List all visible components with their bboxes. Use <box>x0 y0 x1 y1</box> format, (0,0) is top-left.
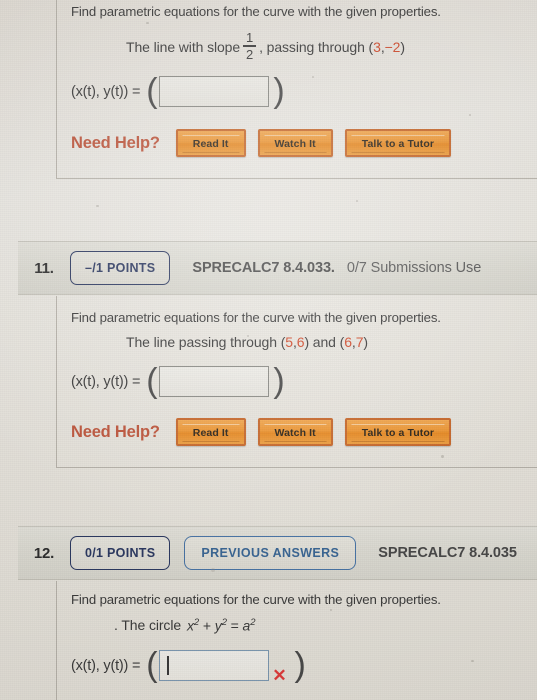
problem-11-submissions: 0/7 Submissions Use <box>346 260 482 276</box>
problem-12-detail-pre: . The circle <box>114 617 182 634</box>
problem-10-answer-row: (x(t), y(t)) = ( ) <box>71 71 285 110</box>
problem-10-detail-mid: , passing through ( <box>259 39 374 56</box>
problem-12-number: 12. <box>33 544 55 562</box>
problem-12-detail: . The circle x2 + y2 = a2 <box>114 617 256 634</box>
watch-it-button[interactable]: Watch It <box>257 418 333 446</box>
equation-y: y <box>214 617 222 634</box>
problem-10-answer-input[interactable] <box>159 76 270 107</box>
previous-answers-button[interactable]: PREVIOUS ANSWERS <box>184 536 357 570</box>
talk-to-a-tutor-button[interactable]: Talk to a Tutor <box>344 129 452 157</box>
slope-fraction: 1 2 <box>243 30 257 62</box>
problem-10-help-row: Need Help? Read It Watch It Talk to a Tu… <box>71 129 463 157</box>
problem-11-detail-post: ) <box>363 334 368 350</box>
problem-12-answer-row: (x(t), y(t)) = ( ✕ ) <box>71 645 306 686</box>
problem-12-answer-input[interactable] <box>159 650 270 681</box>
problem-10-point-a: 3 <box>373 39 381 56</box>
problem-10-detail-post: ) <box>400 39 405 56</box>
problem-11-detail: The line passing through ( 5 , 6 ) and (… <box>126 334 368 350</box>
need-help-label: Need Help? <box>71 422 160 441</box>
read-it-button[interactable]: Read It <box>175 418 246 446</box>
problem-10-point-b: −2 <box>384 39 401 56</box>
problem-12-answer-label: (x(t), y(t)) = <box>71 657 141 674</box>
problem-11-answer-row: (x(t), y(t)) = ( ) <box>71 361 285 400</box>
photo-speck <box>96 205 99 207</box>
problem-10-detail: The line with slope 1 2 , passing throug… <box>126 30 405 62</box>
equation-equals: = <box>230 617 239 634</box>
incorrect-icon: ✕ <box>272 666 287 685</box>
talk-to-a-tutor-button[interactable]: Talk to a Tutor <box>344 418 452 446</box>
equation-plus: + <box>202 617 211 634</box>
problem-10-detail-pre: The line with slope <box>126 39 241 56</box>
problem-11-point-c: 6 <box>344 334 352 350</box>
watch-it-label: Watch It <box>263 424 327 442</box>
problem-11-body: Find parametric equations for the curve … <box>56 296 537 468</box>
text-caret <box>167 656 169 675</box>
problem-11-point-a: 5 <box>285 334 293 350</box>
problem-11-answer-label: (x(t), y(t)) = <box>71 373 141 390</box>
problem-11-number: 11. <box>34 259 54 277</box>
problem-12-header: 12. 0/1 POINTS PREVIOUS ANSWERS SPRECALC… <box>18 526 537 580</box>
fraction-denominator: 2 <box>245 46 254 62</box>
problem-10-body: Find parametric equations for the curve … <box>56 0 537 179</box>
problem-11-detail-pre: The line passing through ( <box>126 334 286 350</box>
equation-x-exponent: 2 <box>193 617 200 628</box>
problem-12-points-badge[interactable]: 0/1 POINTS <box>70 536 171 570</box>
read-it-button[interactable]: Read It <box>175 129 246 157</box>
read-it-label: Read It <box>181 424 240 442</box>
problem-11-prompt: Find parametric equations for the curve … <box>71 310 441 325</box>
problem-11-answer-input[interactable] <box>159 366 270 397</box>
equation-x: x <box>187 617 194 634</box>
talk-to-a-tutor-label: Talk to a Tutor <box>350 424 446 442</box>
problem-11-point-d: 7 <box>355 334 364 350</box>
problem-12-prompt: Find parametric equations for the curve … <box>71 592 441 607</box>
equation-y-exponent: 2 <box>221 617 227 628</box>
problem-11-header: 11. –/1 POINTS SPRECALC7 8.4.033. 0/7 Su… <box>18 241 537 295</box>
problem-10-prompt: Find parametric equations for the curve … <box>71 4 441 19</box>
webassign-page: Find parametric equations for the curve … <box>0 0 537 700</box>
problem-11-source: SPRECALC7 8.4.033. <box>192 260 335 276</box>
watch-it-label: Watch It <box>263 135 327 153</box>
fraction-numerator: 1 <box>245 30 254 45</box>
problem-12-body: Find parametric equations for the curve … <box>56 581 537 700</box>
read-it-label: Read It <box>181 135 240 153</box>
problem-11-help-row: Need Help? Read It Watch It Talk to a Tu… <box>71 418 463 446</box>
need-help-label: Need Help? <box>71 133 160 152</box>
problem-10-answer-label: (x(t), y(t)) = <box>71 83 141 100</box>
problem-12-source: SPRECALC7 8.4.035 <box>378 545 517 561</box>
equation-a-exponent: 2 <box>250 617 256 628</box>
problem-11-point-b: 6 <box>296 334 305 350</box>
problem-11-points-badge[interactable]: –/1 POINTS <box>70 251 171 285</box>
watch-it-button[interactable]: Watch It <box>257 129 333 157</box>
problem-11-detail-mid: ) and ( <box>304 334 345 350</box>
talk-to-a-tutor-label: Talk to a Tutor <box>350 135 446 153</box>
photo-speck <box>356 200 358 202</box>
